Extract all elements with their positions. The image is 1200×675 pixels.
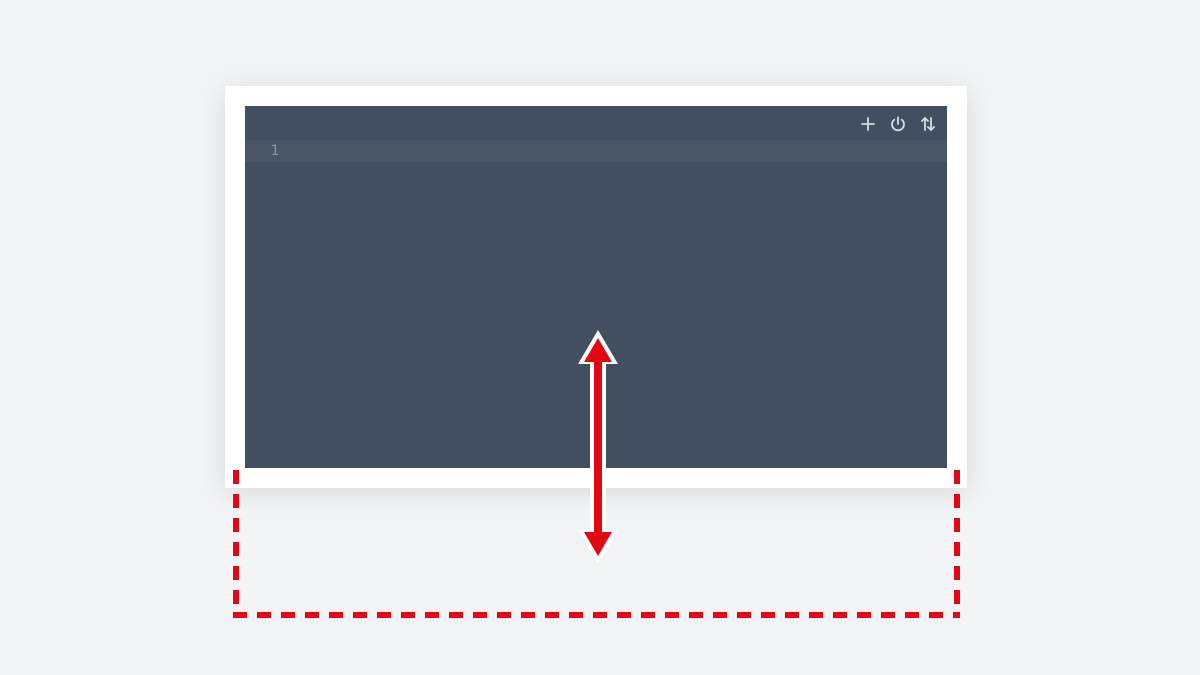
power-icon[interactable] <box>889 115 907 133</box>
line-number: 1 <box>245 140 291 162</box>
sort-up-down-icon[interactable] <box>919 115 937 133</box>
drop-zone-right-edge <box>954 470 960 615</box>
drop-zone-left-edge <box>233 470 239 615</box>
editor-toolbar <box>859 113 937 135</box>
plus-icon[interactable] <box>859 115 877 133</box>
resize-vertical-handle[interactable] <box>560 330 636 566</box>
drop-zone-bottom-edge <box>233 612 960 618</box>
